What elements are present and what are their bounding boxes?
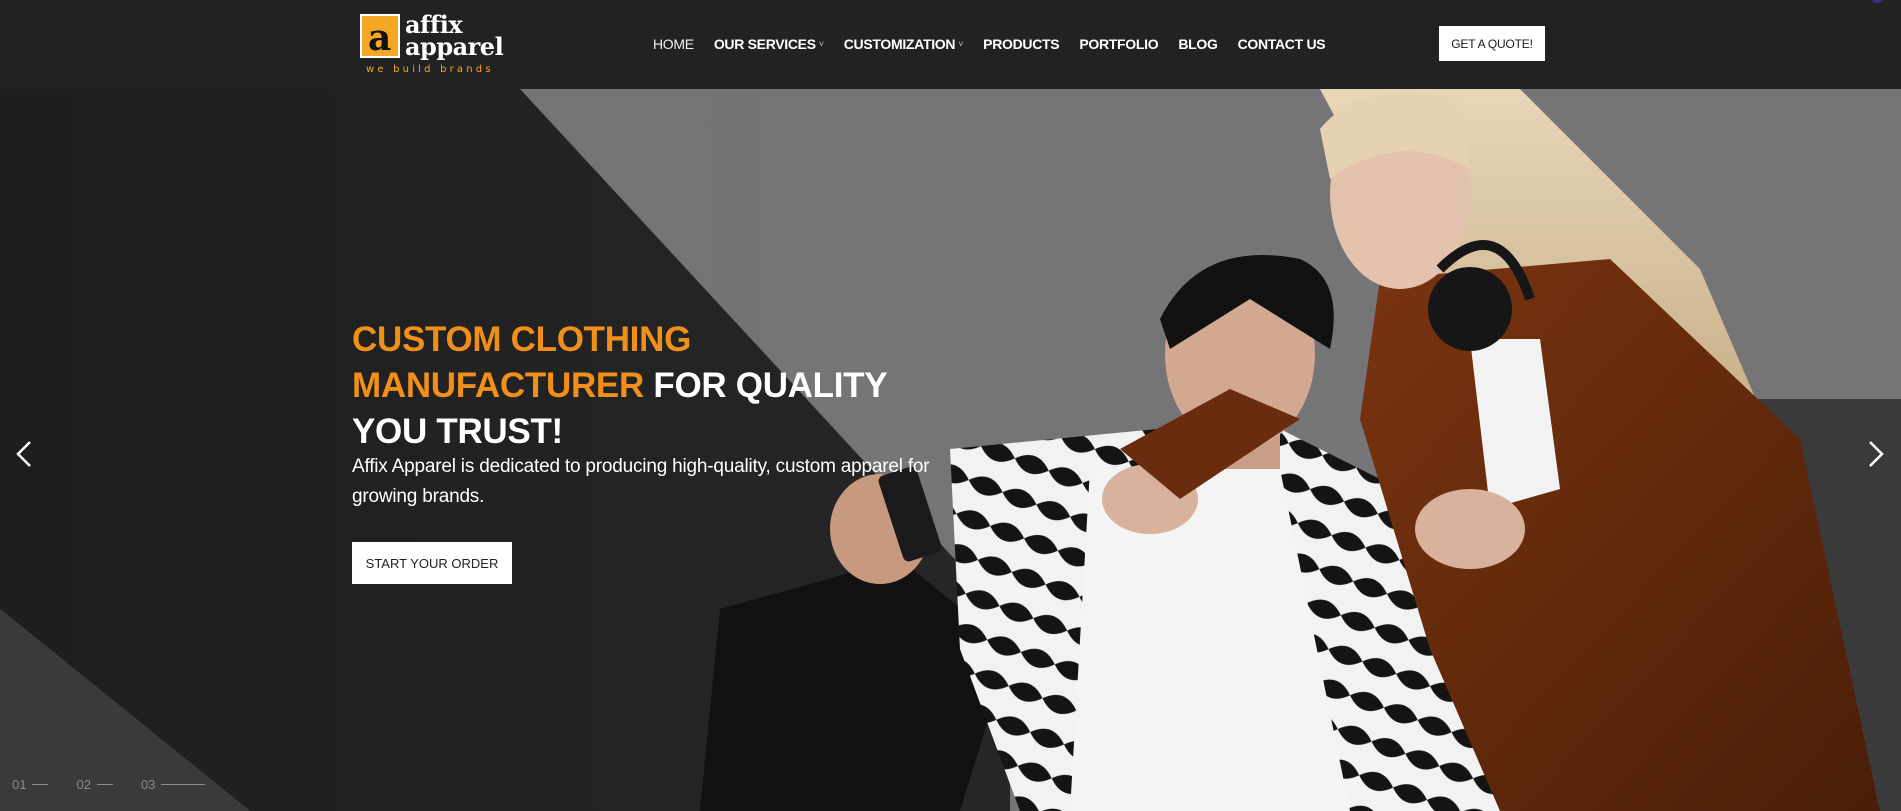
logo-mark-letter: a — [368, 17, 392, 59]
chevron-left-icon — [16, 441, 31, 467]
nav-item-customization[interactable]: CUSTOMIZATION ˅ — [843, 36, 964, 52]
slide-indicator-line — [161, 784, 206, 785]
logo-tagline: we build brands — [366, 64, 494, 75]
hero-headline: CUSTOM CLOTHING MANUFACTURER FOR QUALITY… — [352, 317, 912, 455]
slider-next-button[interactable] — [1862, 434, 1890, 474]
nav-item-portfolio[interactable]: PORTFOLIO — [1079, 36, 1158, 52]
chevron-right-icon — [1869, 441, 1884, 467]
nav-item-label: CONTACT US — [1237, 36, 1326, 52]
logo-mark: a — [360, 14, 400, 58]
nav-item-label: CUSTOMIZATION — [843, 36, 956, 52]
chevron-down-icon: ˅ — [958, 39, 964, 49]
slide-number: 02 — [76, 777, 91, 792]
nav-item-label: OUR SERVICES — [713, 36, 816, 52]
get-a-quote-button[interactable]: GET A QUOTE! — [1439, 26, 1545, 61]
slide-indicator-1[interactable]: 01 — [12, 777, 49, 792]
logo-word-apparel: apparel — [405, 32, 504, 61]
slide-indicator-line — [32, 784, 49, 785]
headline-highlight: CUSTOM CLOTHING MANUFACTURER — [352, 320, 692, 405]
main-nav: HOME OUR SERVICES ˅ CUSTOMIZATION ˅ PROD… — [653, 34, 1345, 54]
nav-item-label: PRODUCTS — [983, 36, 1060, 52]
slide-pager: 01 02 03 — [12, 777, 233, 792]
nav-item-blog[interactable]: BLOG — [1178, 36, 1218, 52]
site-header: a affix apparel we build brands HOME OUR… — [0, 0, 1901, 89]
nav-item-our-services[interactable]: OUR SERVICES ˅ — [714, 36, 824, 52]
hero-background-photo — [0, 89, 1901, 811]
nav-item-label: PORTFOLIO — [1079, 36, 1159, 52]
nav-item-label: HOME — [653, 36, 694, 52]
chevron-down-icon: ˅ — [818, 39, 824, 49]
slide-number: 01 — [12, 777, 27, 792]
nav-item-products[interactable]: PRODUCTS — [983, 36, 1059, 52]
nav-item-label: BLOG — [1178, 36, 1218, 52]
corner-indicator — [1872, 0, 1882, 3]
nav-item-home[interactable]: HOME — [653, 36, 694, 52]
start-your-order-button[interactable]: START YOUR ORDER — [352, 542, 512, 584]
nav-item-contact-us[interactable]: CONTACT US — [1238, 36, 1326, 52]
slide-indicator-3[interactable]: 03 — [140, 777, 206, 792]
hero-description: Affix Apparel is dedicated to producing … — [352, 456, 930, 507]
slide-number: 03 — [140, 777, 156, 792]
hero-slider: CUSTOM CLOTHING MANUFACTURER FOR QUALITY… — [0, 89, 1901, 811]
slide-indicator-line — [96, 784, 113, 785]
slide-indicator-2[interactable]: 02 — [76, 777, 113, 792]
brand-logo[interactable]: a affix apparel we build brands — [358, 12, 504, 78]
slider-prev-button[interactable] — [10, 434, 38, 474]
